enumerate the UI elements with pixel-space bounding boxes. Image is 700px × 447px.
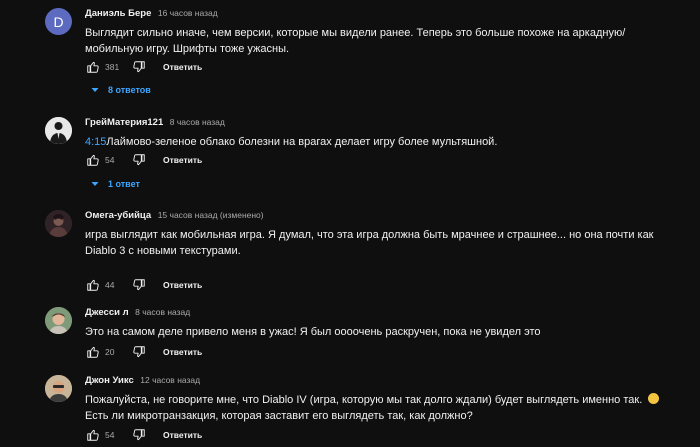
avatar[interactable] (45, 375, 72, 402)
chevron-down-icon (91, 182, 99, 186)
like-button[interactable] (85, 344, 101, 360)
like-count: 381 (105, 62, 120, 72)
reply-button[interactable]: Ответить (163, 62, 202, 72)
reply-button[interactable]: Ответить (163, 155, 202, 165)
comment-actions: 381 Ответить (85, 59, 202, 75)
dislike-button[interactable] (131, 277, 147, 293)
avatar-photo-icon (45, 375, 72, 402)
comment-time[interactable]: 8 часов назад (135, 307, 190, 317)
comment-item: Омега-убийца 15 часов назад (изменено) и… (0, 210, 700, 295)
avatar-photo-icon (45, 307, 72, 334)
avatar-character-icon (45, 210, 72, 237)
thumbs-down-icon (133, 429, 145, 441)
thumbs-down-icon (133, 61, 145, 73)
thumbs-down-icon (133, 346, 145, 358)
comment-header: Даниэль Бере 16 часов назад (85, 8, 218, 19)
thumbs-down-icon (133, 279, 145, 291)
replies-count: 1 ответ (108, 179, 140, 189)
comment-author[interactable]: Джон Уикс (85, 375, 134, 386)
like-count: 54 (105, 155, 115, 165)
comment-time[interactable]: 16 часов назад (158, 8, 218, 18)
avatar-letter: D (53, 13, 64, 30)
comment-header: Омега-убийца 15 часов назад (изменено) (85, 210, 264, 221)
comment-text: игра выглядит как мобильная игра. Я дума… (85, 229, 654, 257)
comment-actions: 44 Ответить (85, 277, 202, 293)
replies-count: 8 ответов (108, 85, 151, 95)
comment-author[interactable]: ГрейМатерия121 (85, 117, 163, 128)
avatar-figure-icon (45, 117, 72, 144)
thumbs-down-icon (133, 154, 145, 166)
comment-item: D Даниэль Бере 16 часов назад Выглядит с… (0, 8, 700, 108)
thumbs-up-icon (87, 429, 99, 441)
thumbs-up-icon (87, 154, 99, 166)
comment-actions: 54 Ответить (85, 427, 202, 443)
comment-text-body: Лаймово-зеленое облако болезни на врагах… (106, 136, 498, 148)
comment-text: Пожалуйста, не говорите мне, что Diablo … (85, 392, 670, 424)
view-replies-button[interactable]: 8 ответов (90, 85, 151, 95)
comment-time[interactable]: 15 часов назад (изменено) (158, 210, 264, 220)
dislike-button[interactable] (131, 344, 147, 360)
like-count: 54 (105, 430, 115, 440)
reply-button[interactable]: Ответить (163, 280, 202, 290)
avatar[interactable] (45, 307, 72, 334)
comment-header: Джон Уикс 12 часов назад (85, 375, 200, 386)
avatar[interactable] (45, 210, 72, 237)
thumbs-up-icon (87, 279, 99, 291)
comment-text: 4:15Лаймово-зеленое облако болезни на вр… (85, 134, 670, 150)
comment-item: Джесси л 8 часов назад Это на самом деле… (0, 307, 700, 367)
like-count: 44 (105, 280, 115, 290)
avatar[interactable] (45, 117, 72, 144)
avatar[interactable]: D (45, 8, 72, 35)
worried-face-icon (648, 393, 660, 404)
comment-author[interactable]: Джесси л (85, 307, 129, 318)
timestamp-link[interactable]: 4:15 (85, 136, 106, 148)
comment-actions: 20 Ответить (85, 344, 202, 360)
comment-text-part: Есть ли микротранзакция, которая застави… (85, 410, 473, 422)
dislike-button[interactable] (131, 59, 147, 75)
view-replies-button[interactable]: 1 ответ (90, 179, 140, 189)
comment-item: Джон Уикс 12 часов назад Пожалуйста, не … (0, 375, 700, 447)
dislike-button[interactable] (131, 427, 147, 443)
thumbs-up-icon (87, 61, 99, 73)
like-button[interactable] (85, 152, 101, 168)
comment-header: ГрейМатерия121 8 часов назад (85, 117, 225, 128)
like-count: 20 (105, 347, 115, 357)
comment-time[interactable]: 12 часов назад (140, 375, 200, 385)
comment-text: Это на самом деле привело меня в ужас! Я… (85, 326, 541, 338)
thumbs-up-icon (87, 346, 99, 358)
comment-author[interactable]: Даниэль Бере (85, 8, 151, 19)
comment-author[interactable]: Омега-убийца (85, 210, 151, 221)
comment-item: ГрейМатерия121 8 часов назад 4:15Лаймово… (0, 117, 700, 197)
like-button[interactable] (85, 277, 101, 293)
comment-text: Выглядит сильно иначе, чем версии, котор… (85, 27, 626, 55)
like-button[interactable] (85, 427, 101, 443)
comment-header: Джесси л 8 часов назад (85, 307, 190, 318)
chevron-down-icon (91, 88, 99, 92)
reply-button[interactable]: Ответить (163, 347, 202, 357)
comment-actions: 54 Ответить (85, 152, 202, 168)
dislike-button[interactable] (131, 152, 147, 168)
comment-time[interactable]: 8 часов назад (170, 117, 225, 127)
reply-button[interactable]: Ответить (163, 430, 202, 440)
like-button[interactable] (85, 59, 101, 75)
comment-text-part: Пожалуйста, не говорите мне, что Diablo … (85, 394, 643, 406)
